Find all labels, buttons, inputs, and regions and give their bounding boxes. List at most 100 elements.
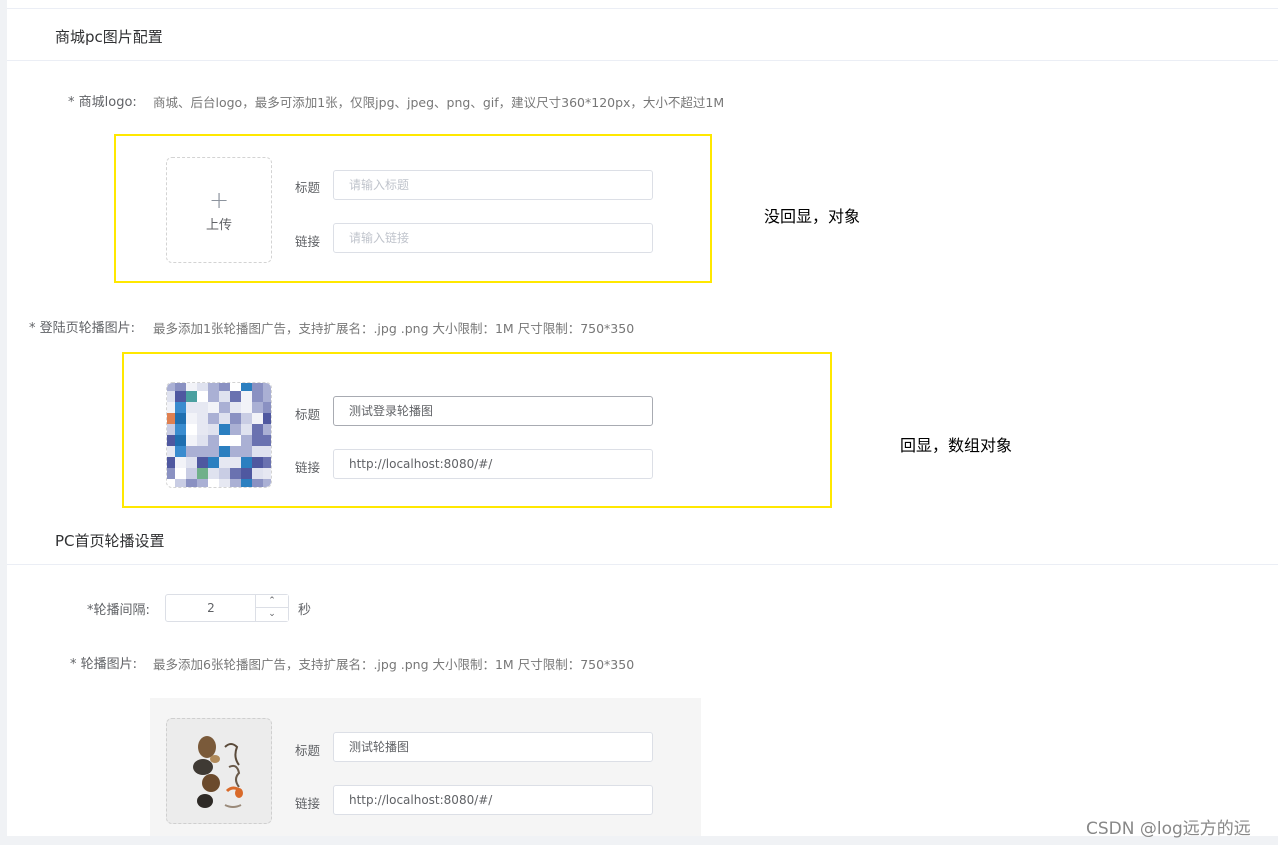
mosaic-pixel	[263, 457, 271, 468]
mosaic-pixel	[197, 468, 208, 479]
login-carousel-title-label: 标题	[295, 407, 321, 422]
stepper-controls: ⌃ ⌄	[255, 595, 288, 621]
chevron-down-icon[interactable]: ⌄	[256, 608, 288, 621]
mosaic-pixel	[241, 446, 252, 457]
mosaic-pixel	[186, 402, 197, 413]
mosaic-pixel	[197, 413, 208, 424]
mosaic-pixel	[230, 413, 241, 424]
mosaic-pixel	[252, 446, 263, 457]
logo-upload-button[interactable]: + 上传	[166, 157, 272, 263]
annotation-note-login-carousel: 回显，数组对象	[900, 436, 1013, 455]
mosaic-pixel	[167, 479, 175, 487]
logo-link-input[interactable]	[333, 223, 653, 253]
logo-hint: 商城、后台logo，最多可添加1张，仅限jpg、jpeg、png、gif，建议尺…	[153, 95, 725, 110]
mosaic-pixel	[252, 435, 263, 446]
mosaic-pixel	[186, 446, 197, 457]
mosaic-pixel	[186, 435, 197, 446]
mosaic-pixel	[252, 402, 263, 413]
mosaic-pixel	[208, 391, 219, 402]
mosaic-pixel	[230, 479, 241, 487]
mosaic-pixel	[197, 435, 208, 446]
mosaic-pixel	[175, 468, 186, 479]
pixelated-image	[167, 383, 271, 487]
logo-title-input[interactable]	[333, 170, 653, 200]
mosaic-pixel	[241, 457, 252, 468]
mosaic-pixel	[175, 424, 186, 435]
mosaic-pixel	[219, 479, 230, 487]
mosaic-pixel	[197, 383, 208, 391]
login-carousel-title-input[interactable]: 测试登录轮播图	[333, 396, 653, 426]
mosaic-pixel	[241, 413, 252, 424]
mosaic-pixel	[197, 457, 208, 468]
login-carousel-hint: 最多添加1张轮播图广告，支持扩展名：.jpg .png 大小限制：1M 尺寸限制…	[153, 321, 635, 336]
home-carousel-link-label: 链接	[295, 796, 321, 811]
logo-label: * 商城logo:	[68, 95, 137, 110]
mosaic-pixel	[208, 383, 219, 391]
mosaic-pixel	[208, 479, 219, 487]
interval-value[interactable]: 2	[166, 595, 256, 621]
mosaic-pixel	[186, 413, 197, 424]
mosaic-pixel	[263, 383, 271, 391]
home-carousel-title-input[interactable]: 测试轮播图	[333, 732, 653, 762]
mosaic-pixel	[263, 468, 271, 479]
home-carousel-title-label: 标题	[295, 743, 321, 758]
home-carousel-link-input[interactable]: http://localhost:8080/#/	[333, 785, 653, 815]
mosaic-pixel	[252, 424, 263, 435]
interval-label: *轮播间隔:	[87, 603, 150, 618]
home-carousel-label: * 轮播图片:	[70, 657, 138, 672]
mosaic-pixel	[208, 446, 219, 457]
chevron-up-icon[interactable]: ⌃	[256, 595, 288, 608]
mosaic-pixel	[175, 402, 186, 413]
mosaic-pixel	[167, 446, 175, 457]
mosaic-pixel	[219, 457, 230, 468]
logo-link-label: 链接	[295, 234, 321, 249]
mosaic-pixel	[230, 391, 241, 402]
mosaic-pixel	[219, 391, 230, 402]
mosaic-pixel	[263, 446, 271, 457]
mosaic-pixel	[175, 435, 186, 446]
mosaic-pixel	[219, 383, 230, 391]
top-divider	[7, 8, 1278, 9]
left-edge-bar	[0, 0, 7, 845]
mosaic-pixel	[241, 383, 252, 391]
login-carousel-link-input[interactable]: http://localhost:8080/#/	[333, 449, 653, 479]
mosaic-pixel	[252, 468, 263, 479]
mosaic-pixel	[208, 402, 219, 413]
mosaic-pixel	[263, 413, 271, 424]
mosaic-pixel	[167, 402, 175, 413]
section-title-pc-home-carousel: PC首页轮播设置	[55, 532, 165, 550]
mosaic-pixel	[197, 391, 208, 402]
mosaic-pixel	[252, 413, 263, 424]
mosaic-pixel	[263, 435, 271, 446]
mosaic-pixel	[208, 413, 219, 424]
home-carousel-image-thumb[interactable]	[166, 718, 272, 824]
login-carousel-link-label: 链接	[295, 460, 321, 475]
mosaic-pixel	[241, 468, 252, 479]
mosaic-pixel	[241, 391, 252, 402]
mosaic-pixel	[186, 479, 197, 487]
mosaic-pixel	[230, 435, 241, 446]
mosaic-pixel	[219, 413, 230, 424]
section-title-pc-image-config: 商城pc图片配置	[55, 28, 163, 46]
mosaic-pixel	[208, 457, 219, 468]
mosaic-pixel	[167, 391, 175, 402]
mosaic-pixel	[219, 468, 230, 479]
interval-stepper[interactable]: 2 ⌃ ⌄	[165, 594, 289, 622]
mosaic-pixel	[230, 402, 241, 413]
mosaic-pixel	[241, 424, 252, 435]
login-carousel-image-thumb[interactable]	[166, 382, 272, 488]
mosaic-pixel	[263, 402, 271, 413]
mosaic-pixel	[208, 435, 219, 446]
mosaic-pixel	[241, 435, 252, 446]
mosaic-pixel	[197, 446, 208, 457]
mosaic-pixel	[197, 402, 208, 413]
mosaic-pixel	[219, 446, 230, 457]
mosaic-pixel	[241, 402, 252, 413]
mosaic-pixel	[167, 468, 175, 479]
mosaic-pixel	[175, 446, 186, 457]
mosaic-pixel	[175, 413, 186, 424]
section-divider	[7, 60, 1278, 61]
mosaic-pixel	[219, 402, 230, 413]
annotation-note-logo: 没回显，对象	[764, 207, 861, 226]
mosaic-pixel	[230, 468, 241, 479]
